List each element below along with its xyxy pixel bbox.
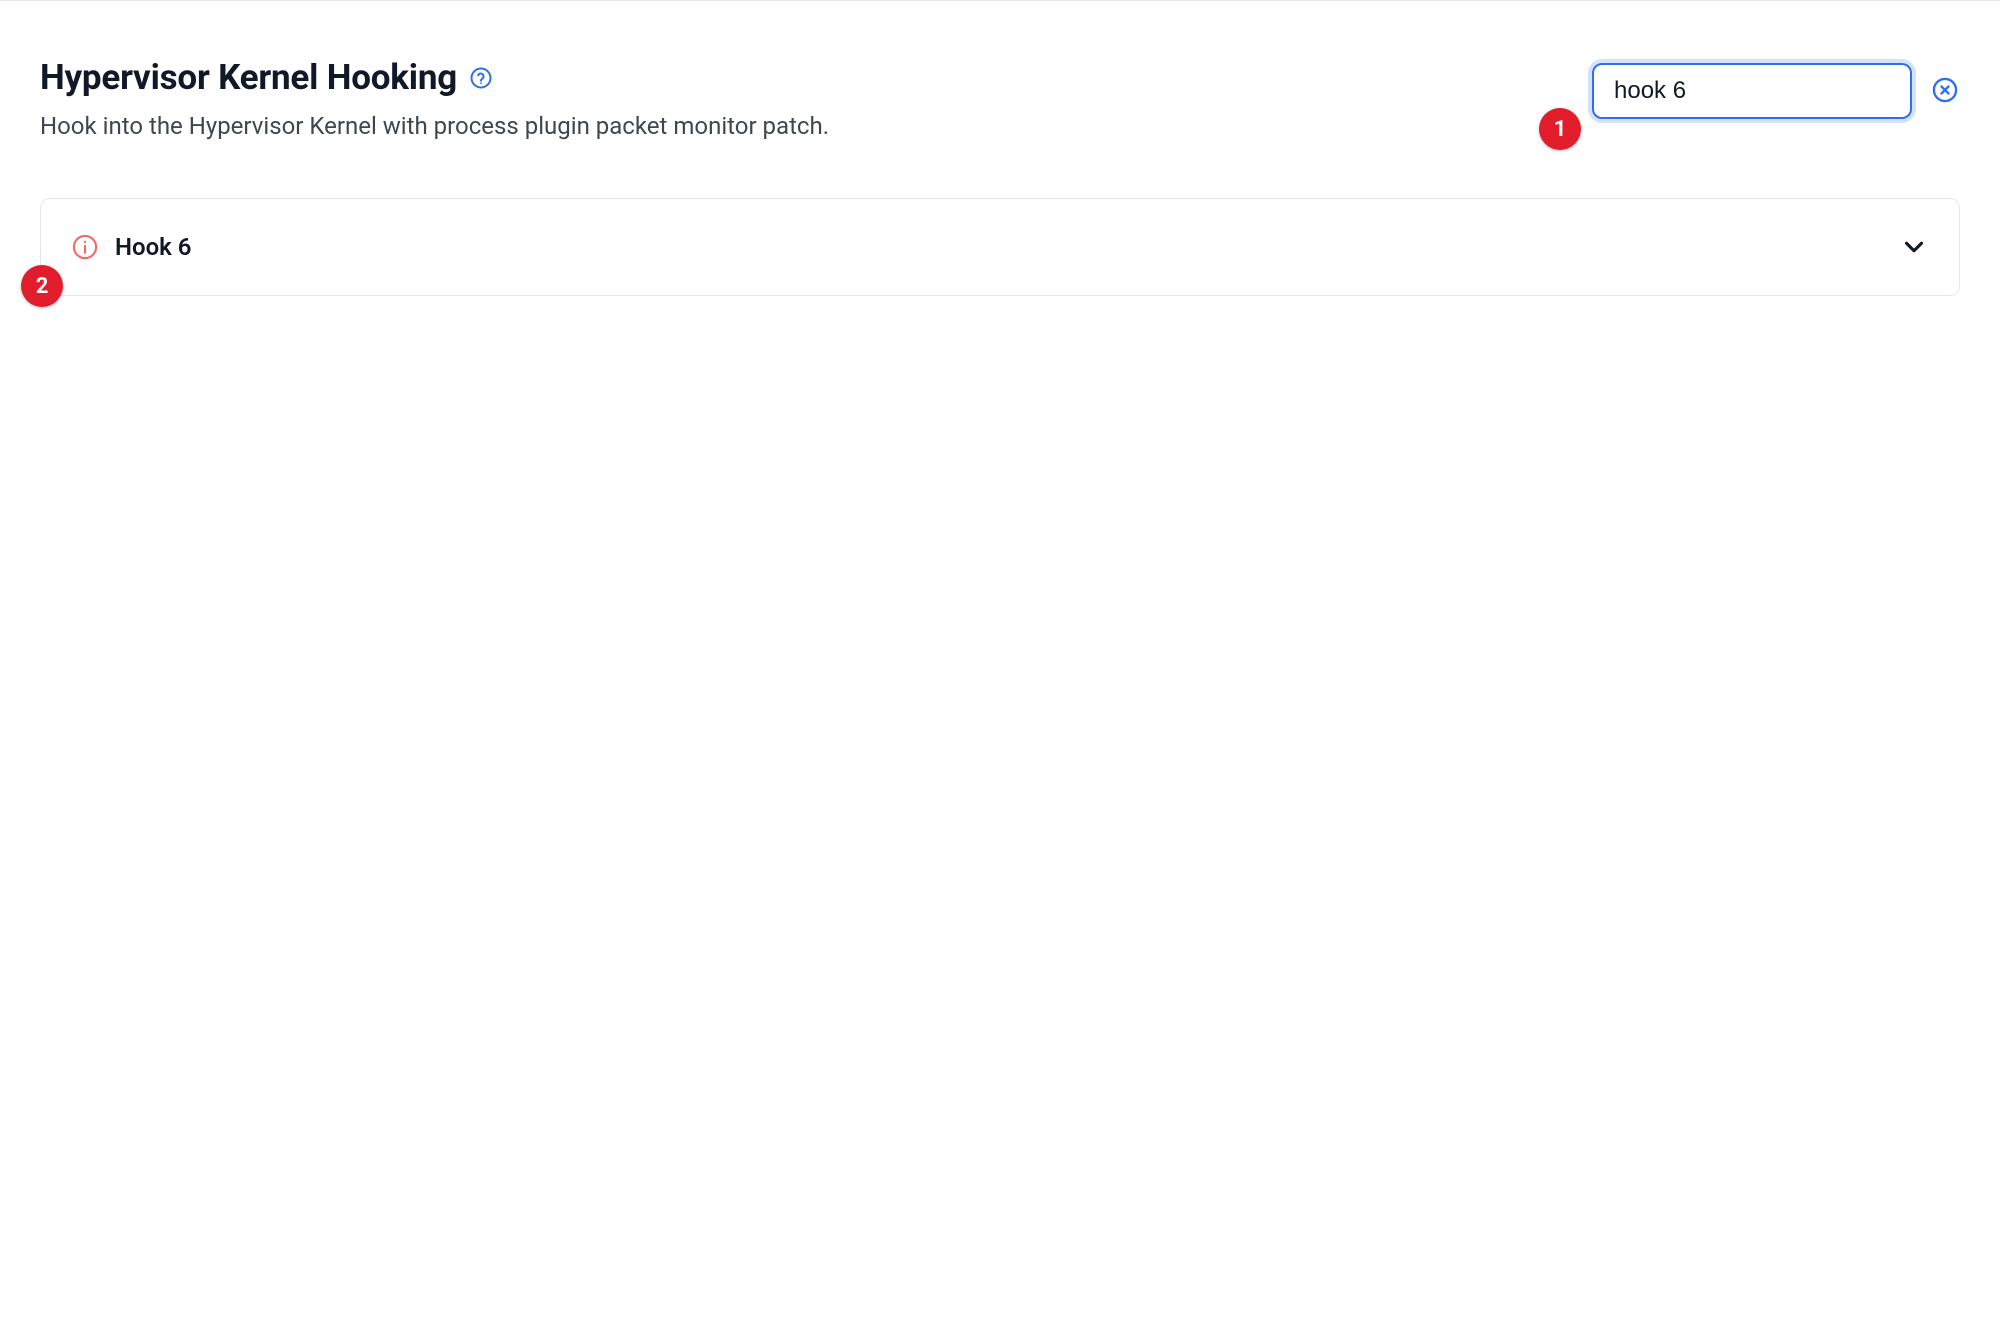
title-line: Hypervisor Kernel Hooking: [40, 57, 1568, 98]
hook-list: Hook 6: [40, 198, 1960, 296]
chevron-down-icon: [1899, 232, 1929, 262]
info-icon: [71, 233, 99, 261]
page-container: Hypervisor Kernel Hooking Hook into the …: [0, 1, 2000, 296]
search-row: [1592, 63, 1960, 119]
page-subtitle: Hook into the Hypervisor Kernel with pro…: [40, 112, 1568, 140]
page-title: Hypervisor Kernel Hooking: [40, 57, 457, 98]
hook-item-label: Hook 6: [115, 233, 192, 261]
help-icon[interactable]: [469, 66, 493, 90]
clear-search-button[interactable]: [1930, 76, 1960, 106]
close-circle-icon: [1931, 76, 1959, 107]
title-block: Hypervisor Kernel Hooking Hook into the …: [40, 57, 1568, 140]
annotation-badge-1: 1: [1539, 108, 1581, 150]
hook-list-item[interactable]: Hook 6: [40, 198, 1960, 296]
hook-item-left: Hook 6: [71, 233, 192, 261]
page-header-row: Hypervisor Kernel Hooking Hook into the …: [40, 57, 1960, 140]
annotation-badge-2: 2: [21, 265, 63, 307]
search-input[interactable]: [1592, 63, 1912, 119]
